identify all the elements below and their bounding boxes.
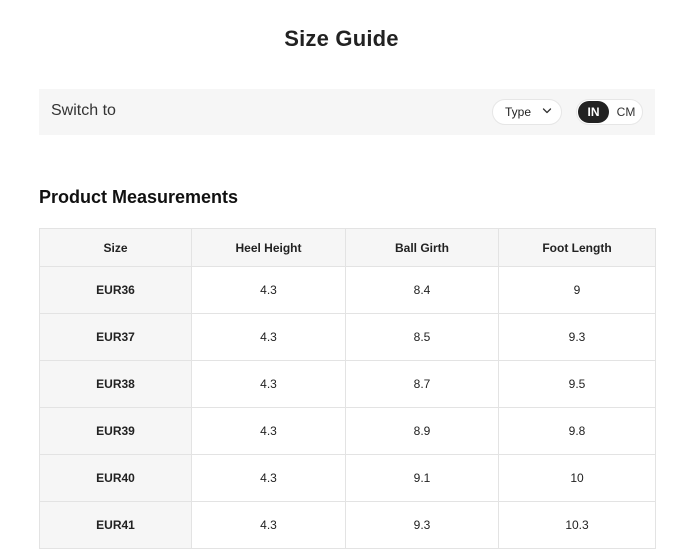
column-header-foot-length: Foot Length [498,228,656,267]
heel-height-cell: 4.3 [191,313,346,361]
ball-girth-cell: 8.9 [345,407,499,455]
table-row: EUR37 4.3 8.5 9.3 [39,313,656,361]
table-row: EUR39 4.3 8.9 9.8 [39,407,656,455]
table-row: EUR41 4.3 9.3 10.3 [39,501,656,549]
heel-height-cell: 4.3 [191,407,346,455]
ball-girth-cell: 8.5 [345,313,499,361]
size-cell: EUR39 [39,407,192,455]
unit-toggle: IN CM [576,99,643,125]
table-row: EUR40 4.3 9.1 10 [39,454,656,502]
heel-height-cell: 4.3 [191,454,346,502]
foot-length-cell: 9.3 [498,313,656,361]
foot-length-cell: 9.8 [498,407,656,455]
foot-length-cell: 9.5 [498,360,656,408]
size-cell: EUR41 [39,501,192,549]
heel-height-cell: 4.3 [191,266,346,314]
ball-girth-cell: 9.3 [345,501,499,549]
ball-girth-cell: 8.7 [345,360,499,408]
ball-girth-cell: 8.4 [345,266,499,314]
table-header-row: Size Heel Height Ball Girth Foot Length [39,228,656,267]
type-select-label: Type [505,105,532,119]
section-title: Product Measurements [39,187,239,207]
column-header-size: Size [39,228,192,267]
chevron-down-icon [542,108,552,114]
page-title: Size Guide [284,26,399,51]
column-header-heel-height: Heel Height [191,228,346,267]
table-row: EUR36 4.3 8.4 9 [39,266,656,314]
table-row: EUR38 4.3 8.7 9.5 [39,360,656,408]
foot-length-cell: 10.3 [498,501,656,549]
unit-cm-button[interactable]: CM [611,101,641,123]
ball-girth-cell: 9.1 [345,454,499,502]
unit-in-button[interactable]: IN [578,101,609,123]
size-cell: EUR40 [39,454,192,502]
switch-bar: Switch to Type IN CM [39,89,655,135]
foot-length-cell: 9 [498,266,656,314]
foot-length-cell: 10 [498,454,656,502]
switch-label: Switch to [51,102,116,119]
size-cell: EUR37 [39,313,192,361]
size-cell: EUR38 [39,360,192,408]
type-select[interactable]: Type [492,99,562,125]
heel-height-cell: 4.3 [191,360,346,408]
size-cell: EUR36 [39,266,192,314]
column-header-ball-girth: Ball Girth [345,228,499,267]
measurements-table: Size Heel Height Ball Girth Foot Length … [39,228,656,549]
heel-height-cell: 4.3 [191,501,346,549]
